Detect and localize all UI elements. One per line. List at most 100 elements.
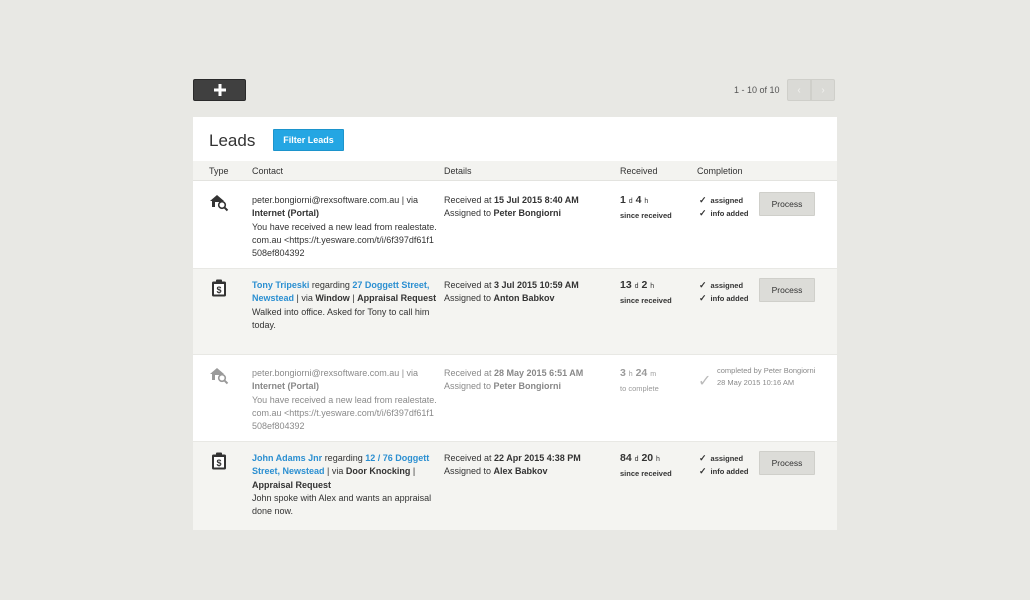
elapsed-unit: m xyxy=(650,371,657,378)
lead-contact: peter.bongiorni@rexsoftware.com.au | via… xyxy=(252,194,438,260)
lead-message: You have received a new lead from reales… xyxy=(252,394,437,432)
table-row[interactable]: $ Tony Tripeski regarding 27 Doggett Str… xyxy=(193,269,837,355)
completion-item: info added xyxy=(710,294,749,303)
elapsed-caption: since received xyxy=(620,469,672,478)
elapsed-unit: d xyxy=(628,198,633,205)
lead-message: John spoke with Alex and wants an apprai… xyxy=(252,492,432,517)
column-header-details: Details xyxy=(444,166,472,176)
column-header-contact: Contact xyxy=(252,166,284,176)
contact-name-link[interactable]: Tony Tripeski xyxy=(252,280,309,290)
chevron-left-icon: ‹ xyxy=(797,84,801,96)
elapsed-unit: h xyxy=(650,283,655,290)
elapsed-unit: h xyxy=(628,371,633,378)
completion-status: completed by Peter Bongiorni 28 May 2015… xyxy=(717,365,815,389)
elapsed-unit: d xyxy=(634,283,639,290)
assigned-agent: Peter Bongiorni xyxy=(493,208,562,219)
panel-header: Leads Filter Leads xyxy=(193,117,837,161)
process-button[interactable]: Process xyxy=(759,192,815,216)
received-label: Received at xyxy=(444,195,495,205)
leads-panel: Leads Filter Leads Type Contact Details … xyxy=(193,117,837,531)
elapsed-value: 13 xyxy=(620,279,632,291)
completed-at: 28 May 2015 10:16 AM xyxy=(717,378,795,387)
clipboard-dollar-icon: $ xyxy=(211,452,227,472)
table-row[interactable]: peter.bongiorni@rexsoftware.com.au | via… xyxy=(193,355,837,442)
assigned-agent: Anton Babkov xyxy=(493,293,555,304)
table-row[interactable]: peter.bongiorni@rexsoftware.com.au | via… xyxy=(193,182,837,269)
check-icon: ✓ xyxy=(699,466,707,476)
lead-message: Walked into office. Asked for Tony to ca… xyxy=(252,306,430,330)
assigned-label: Assigned to xyxy=(444,293,494,304)
elapsed-time: 84 d 20 h since received xyxy=(620,452,690,480)
elapsed-time: 1 d 4 h since received xyxy=(620,194,690,222)
completion-item: assigned xyxy=(710,196,744,205)
check-icon: ✓ xyxy=(699,208,707,218)
elapsed-unit: h xyxy=(644,198,649,205)
elapsed-value: 20 xyxy=(641,452,654,464)
elapsed-unit: d xyxy=(634,456,639,463)
elapsed-value: 2 xyxy=(641,279,648,291)
elapsed-caption: since received xyxy=(620,211,672,220)
request-type: Appraisal Request xyxy=(357,293,437,304)
lead-source: Door Knocking xyxy=(345,466,411,477)
completed-by: completed by Peter Bongiorni xyxy=(717,366,816,375)
separator: | via xyxy=(324,466,346,477)
assigned-label: Assigned to xyxy=(444,381,494,392)
plus-icon xyxy=(213,84,226,96)
elapsed-value: 84 xyxy=(620,452,632,464)
elapsed-value: 4 xyxy=(635,194,642,206)
completion-item: info added xyxy=(710,467,749,476)
check-icon: ✓ xyxy=(699,280,707,290)
check-icon: ✓ xyxy=(699,293,707,303)
house-search-icon xyxy=(209,194,229,214)
lead-contact: Tony Tripeski regarding 27 Doggett Stree… xyxy=(252,279,438,332)
received-date: 22 Apr 2015 4:38 PM xyxy=(494,453,581,463)
received-label: Received at xyxy=(444,280,495,290)
process-button[interactable]: Process xyxy=(759,451,815,475)
lead-contact: John Adams Jnr regarding 12 / 76 Doggett… xyxy=(252,452,438,518)
elapsed-time: 13 d 2 h since received xyxy=(620,279,690,307)
lead-source: Internet (Portal) xyxy=(252,381,320,392)
svg-text:$: $ xyxy=(216,458,221,468)
received-date: 15 Jul 2015 8:40 AM xyxy=(494,195,579,205)
separator: | via xyxy=(399,195,419,205)
add-lead-button[interactable] xyxy=(193,79,246,101)
lead-details: Received at 15 Jul 2015 8:40 AM Assigned… xyxy=(444,194,614,221)
lead-source: Internet (Portal) xyxy=(252,208,320,219)
table-row[interactable]: $ John Adams Jnr regarding 12 / 76 Dogge… xyxy=(193,442,837,531)
next-page-button[interactable]: › xyxy=(811,79,835,101)
check-icon: ✓ xyxy=(699,195,707,205)
elapsed-caption: since received xyxy=(620,296,672,305)
assigned-agent: Alex Babkov xyxy=(493,466,548,477)
received-label: Received at xyxy=(444,453,495,463)
completion-item: assigned xyxy=(710,454,744,463)
svg-text:$: $ xyxy=(216,285,221,295)
lead-details: Received at 22 Apr 2015 4:38 PM Assigned… xyxy=(444,452,614,479)
lead-details: Received at 3 Jul 2015 10:59 AM Assigned… xyxy=(444,279,614,306)
elapsed-caption: to complete xyxy=(620,384,659,393)
elapsed-value: 1 xyxy=(620,194,626,206)
process-button[interactable]: Process xyxy=(759,278,815,302)
previous-page-button[interactable]: ‹ xyxy=(787,79,811,101)
pagination-summary: 1 - 10 of 10 xyxy=(734,85,780,95)
separator: | via xyxy=(399,368,419,378)
received-label: Received at xyxy=(444,368,495,378)
separator: | xyxy=(410,466,416,477)
lead-message: You have received a new lead from reales… xyxy=(252,221,437,259)
contact-name-link[interactable]: John Adams Jnr xyxy=(252,453,322,463)
received-date: 28 May 2015 6:51 AM xyxy=(494,368,584,378)
contact-email: peter.bongiorni@rexsoftware.com.au xyxy=(252,368,400,378)
request-type: Appraisal Request xyxy=(252,479,332,490)
contact-email: peter.bongiorni@rexsoftware.com.au xyxy=(252,195,400,205)
completion-item: assigned xyxy=(710,281,744,290)
assigned-agent: Peter Bongiorni xyxy=(493,381,562,392)
check-icon: ✓ xyxy=(699,453,707,463)
elapsed-unit: h xyxy=(656,456,660,463)
column-header-type: Type xyxy=(209,166,229,176)
assigned-label: Assigned to xyxy=(444,208,494,219)
completion-item: info added xyxy=(710,209,749,218)
elapsed-value: 24 xyxy=(635,367,648,379)
assigned-label: Assigned to xyxy=(444,466,494,477)
lead-source: Window xyxy=(315,293,350,304)
page-title: Leads xyxy=(209,131,256,150)
filter-leads-button[interactable]: Filter Leads xyxy=(273,129,344,151)
